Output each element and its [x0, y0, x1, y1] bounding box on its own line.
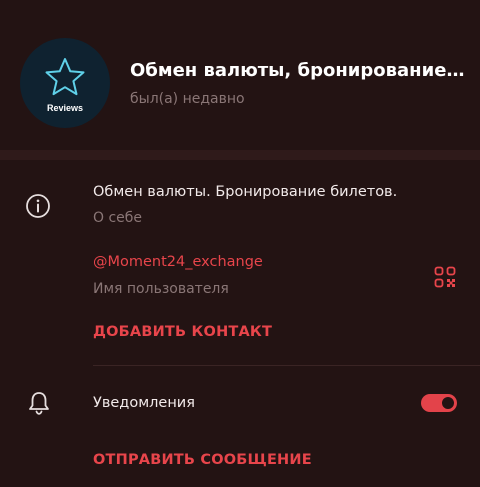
- notifications-toggle[interactable]: [421, 394, 457, 412]
- qr-code-icon[interactable]: [434, 266, 456, 288]
- profile-header: Reviews Обмен валюты, бронирование билет…: [0, 0, 480, 150]
- profile-name: Обмен валюты, бронирование билетов: [130, 60, 470, 81]
- notifications-label: Уведомления: [93, 395, 195, 411]
- username-caption: Имя пользователя: [93, 281, 229, 297]
- avatar[interactable]: Reviews: [20, 38, 110, 128]
- bell-icon: [29, 392, 49, 415]
- add-contact-button[interactable]: ДОБАВИТЬ КОНТАКТ: [93, 324, 272, 340]
- last-seen-status: был(а) недавно: [130, 91, 245, 107]
- username-link[interactable]: @Moment24_exchange: [93, 254, 263, 270]
- bio-text: Обмен валюты. Бронирование билетов.: [93, 184, 398, 200]
- bio-caption: О себе: [93, 210, 143, 226]
- row-separator: [93, 365, 480, 366]
- section-divider: [0, 150, 480, 160]
- avatar-label: Reviews: [46, 103, 84, 113]
- info-icon: [26, 194, 50, 218]
- send-message-button[interactable]: ОТПРАВИТЬ СООБЩЕНИЕ: [93, 452, 312, 468]
- star-icon: [45, 58, 85, 96]
- toggle-knob: [440, 395, 456, 411]
